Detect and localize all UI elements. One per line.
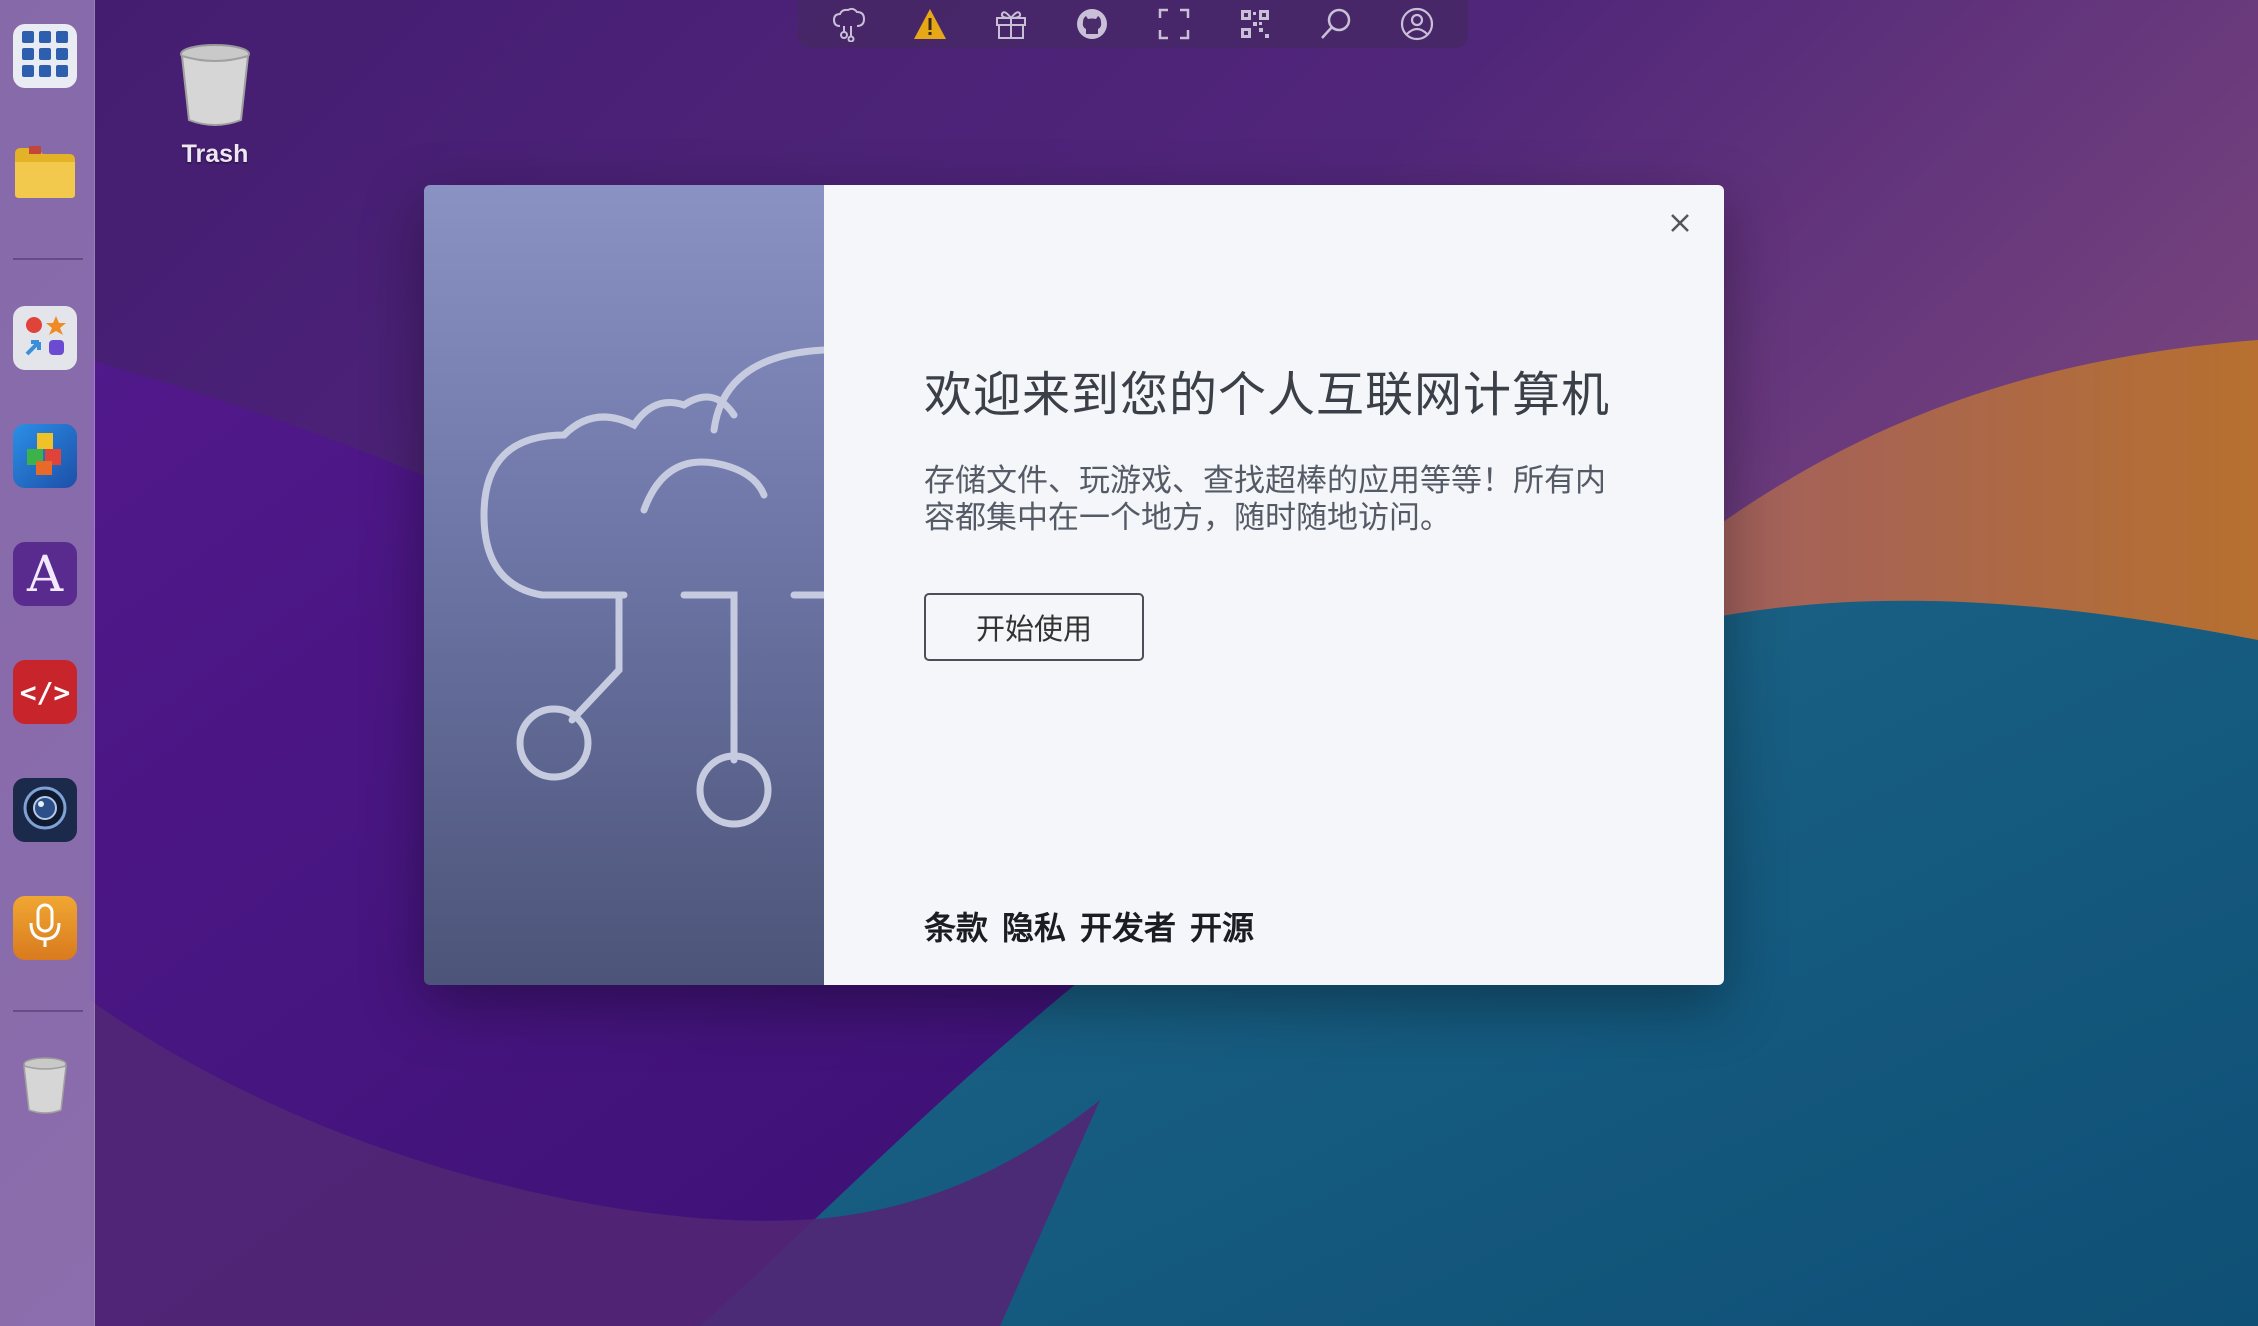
search-icon[interactable] <box>1316 4 1356 44</box>
dock-separator <box>13 258 83 260</box>
dock-item-font-app[interactable]: A <box>13 542 77 606</box>
dock-item-app-center[interactable] <box>13 306 77 370</box>
open-source-link[interactable]: 开源 <box>1190 903 1254 949</box>
desktop-trash[interactable]: Trash <box>160 40 270 169</box>
developers-link[interactable]: 开发者 <box>1080 903 1176 949</box>
fullscreen-icon[interactable] <box>1154 4 1194 44</box>
taskbar <box>798 0 1468 48</box>
dock-item-recorder[interactable] <box>13 896 77 960</box>
letter-a-icon: A <box>26 545 64 603</box>
trash-icon <box>20 1056 70 1120</box>
welcome-content-panel: 欢迎来到您的个人互联网计算机 存储文件、玩游戏、查找超棒的应用等等！所有内容都集… <box>824 185 1724 985</box>
welcome-description: 存储文件、玩游戏、查找超棒的应用等等！所有内容都集中在一个地方，随时随地访问。 <box>924 463 1606 536</box>
footer-links: 条款 隐私 开发者 开源 <box>924 903 1254 949</box>
dock: A </> <box>0 0 95 1326</box>
user-icon[interactable] <box>1397 4 1437 44</box>
close-icon <box>1669 212 1691 238</box>
terms-link[interactable]: 条款 <box>924 903 988 949</box>
code-icon: </> <box>19 675 71 709</box>
grid-icon <box>20 29 70 83</box>
close-button[interactable] <box>1662 207 1698 243</box>
cloud-network-icon[interactable] <box>829 4 869 44</box>
cloud-network-illustration <box>480 346 824 828</box>
warning-icon[interactable] <box>910 4 950 44</box>
dock-separator <box>13 1010 83 1012</box>
privacy-link[interactable]: 隐私 <box>1002 903 1066 949</box>
dock-item-game[interactable] <box>13 424 77 488</box>
welcome-dialog: 欢迎来到您的个人互联网计算机 存储文件、玩游戏、查找超棒的应用等等！所有内容都集… <box>424 185 1724 985</box>
dock-item-code-editor[interactable]: </> <box>13 660 77 724</box>
trash-label: Trash <box>181 140 249 168</box>
get-started-button[interactable]: 开始使用 <box>924 593 1144 661</box>
dock-item-camera[interactable] <box>13 778 77 842</box>
welcome-title: 欢迎来到您的个人互联网计算机 <box>924 367 1611 423</box>
folder-icon <box>13 144 77 204</box>
camera-icon <box>20 783 70 837</box>
cubes-icon <box>20 429 70 483</box>
gift-icon[interactable] <box>991 4 1031 44</box>
microphone-icon <box>23 901 67 955</box>
dock-item-trash[interactable] <box>13 1056 77 1120</box>
trash-icon <box>175 44 255 134</box>
dock-item-files[interactable] <box>13 142 77 206</box>
welcome-illustration-panel <box>424 185 824 985</box>
dock-item-app-launcher[interactable] <box>13 24 77 88</box>
github-icon[interactable] <box>1072 4 1112 44</box>
shapes-icon <box>21 312 69 364</box>
qr-code-icon[interactable] <box>1235 4 1275 44</box>
